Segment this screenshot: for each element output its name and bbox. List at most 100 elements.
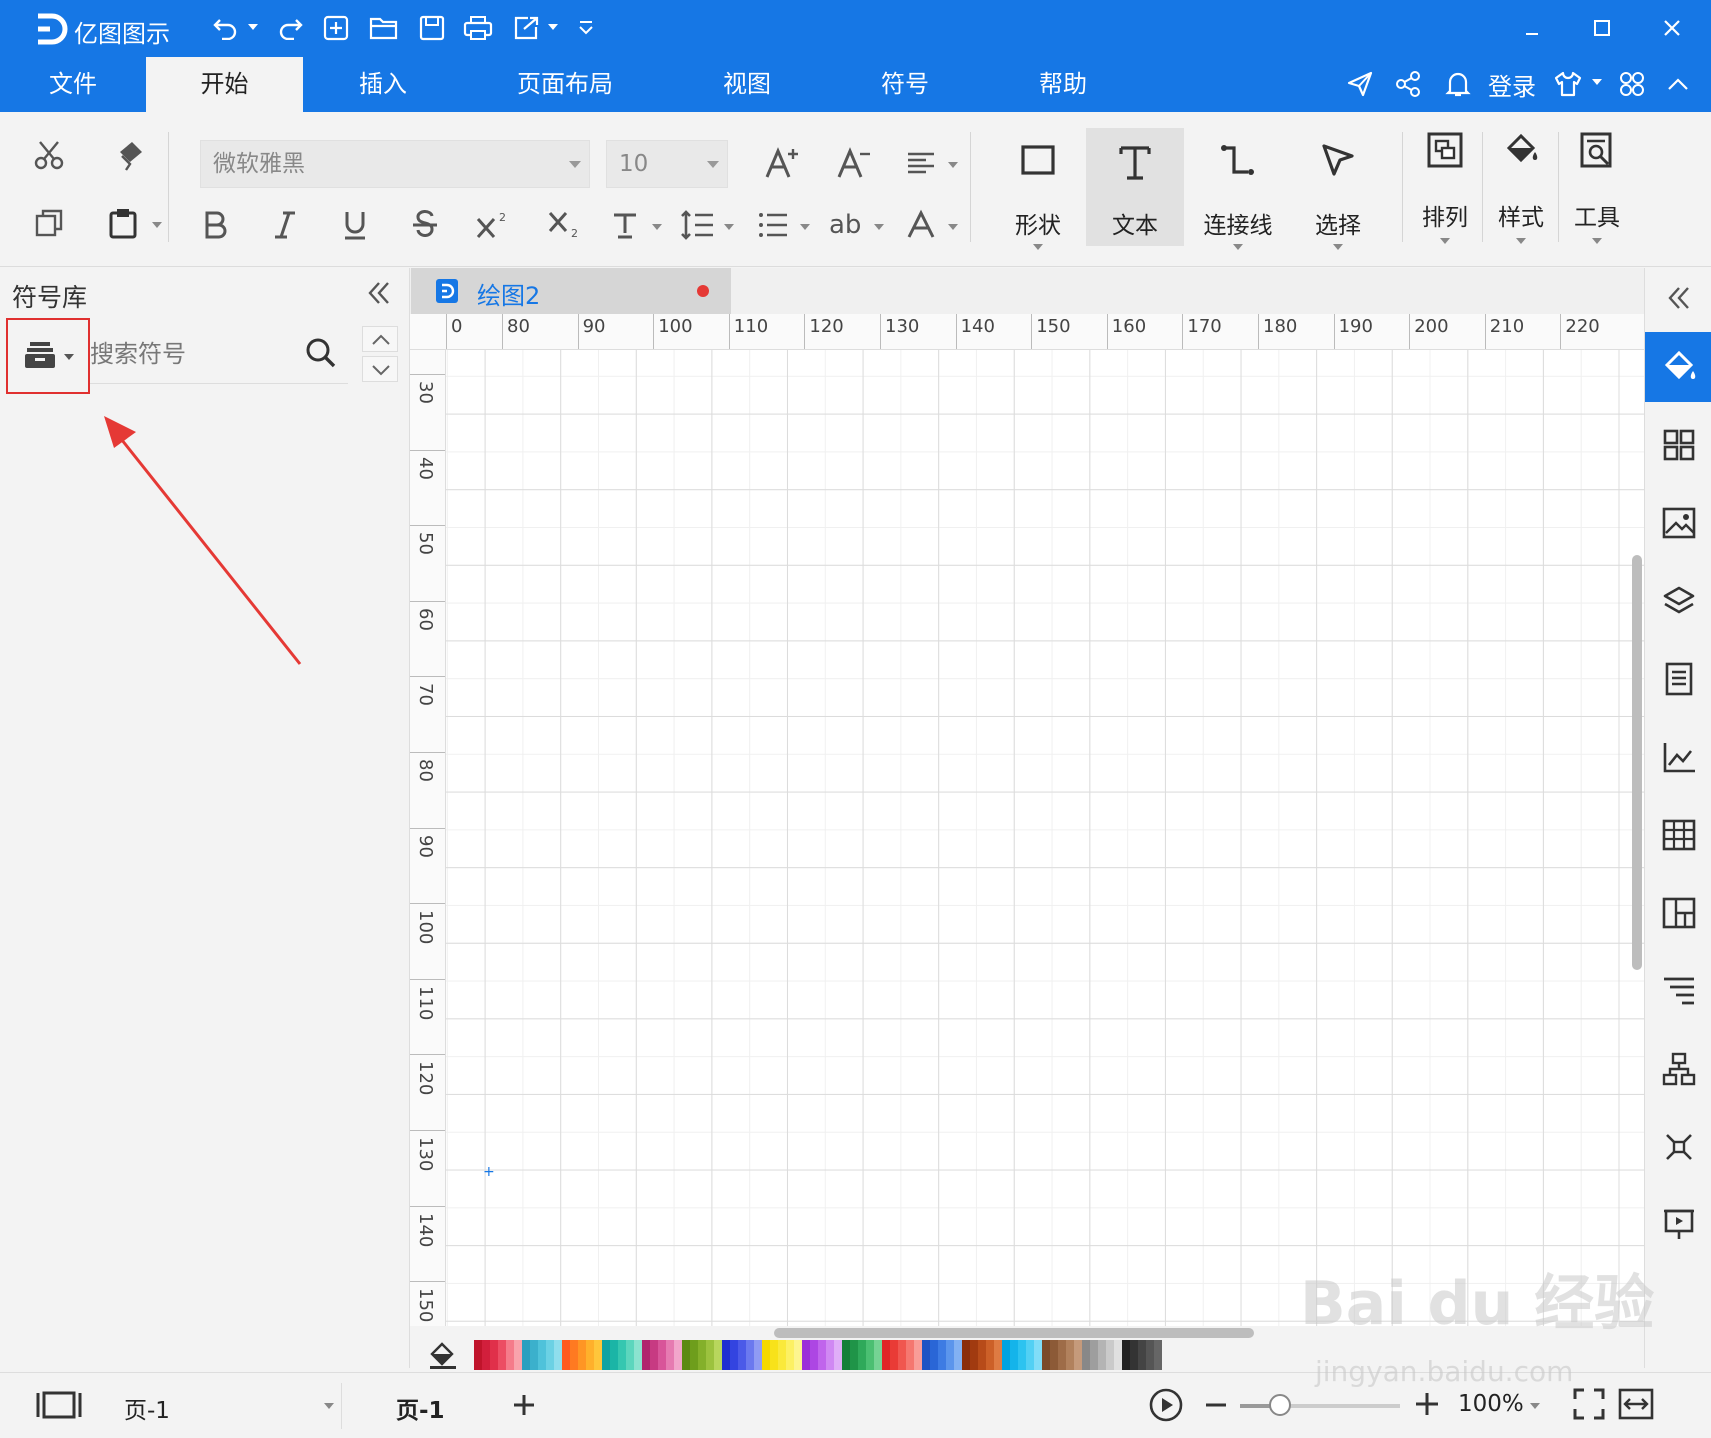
zoom-dropdown[interactable]	[1530, 1403, 1540, 1409]
image-icon[interactable]	[1645, 488, 1711, 558]
font-color-icon[interactable]	[896, 200, 946, 250]
color-swatch[interactable]	[698, 1340, 706, 1370]
skin-icon[interactable]	[1550, 66, 1586, 102]
color-swatch[interactable]	[1074, 1340, 1082, 1370]
page-select-dropdown[interactable]	[324, 1403, 334, 1409]
color-swatch[interactable]	[554, 1340, 562, 1370]
color-swatch[interactable]	[1050, 1340, 1058, 1370]
color-swatch[interactable]	[842, 1340, 850, 1370]
menu-insert[interactable]: 插入	[328, 57, 438, 112]
scroll-up-button[interactable]	[362, 326, 398, 352]
mindmap-icon[interactable]	[1645, 1112, 1711, 1182]
color-swatch[interactable]	[1002, 1340, 1010, 1370]
page-select[interactable]: 页-1	[124, 1391, 170, 1425]
color-swatch[interactable]	[1114, 1340, 1122, 1370]
horizontal-scrollbar[interactable]	[774, 1328, 1254, 1338]
color-swatch[interactable]	[594, 1340, 602, 1370]
style-dropdown[interactable]	[1516, 238, 1526, 244]
color-swatch[interactable]	[794, 1340, 802, 1370]
login-link[interactable]: 登录	[1488, 67, 1536, 102]
color-swatch[interactable]	[634, 1340, 642, 1370]
color-swatch[interactable]	[706, 1340, 714, 1370]
color-swatch[interactable]	[714, 1340, 722, 1370]
color-swatch[interactable]	[1130, 1340, 1138, 1370]
color-swatch[interactable]	[602, 1340, 610, 1370]
text-button[interactable]: 文本	[1086, 128, 1184, 246]
menu-help[interactable]: 帮助	[1008, 57, 1118, 112]
menu-home[interactable]: 开始	[146, 57, 303, 112]
text-highlight-dropdown[interactable]	[874, 224, 884, 230]
fill-icon[interactable]	[1645, 332, 1711, 402]
library-dropdown[interactable]	[64, 354, 74, 360]
zoom-level[interactable]: 100%	[1458, 1391, 1524, 1417]
color-swatch[interactable]	[1026, 1340, 1034, 1370]
color-swatch[interactable]	[914, 1340, 922, 1370]
decrease-font-icon[interactable]	[830, 138, 880, 188]
color-swatch[interactable]	[802, 1340, 810, 1370]
cut-icon[interactable]	[24, 130, 74, 180]
color-swatch[interactable]	[618, 1340, 626, 1370]
bell-icon[interactable]	[1440, 66, 1476, 102]
italic-icon[interactable]	[260, 200, 310, 250]
color-swatch[interactable]	[882, 1340, 890, 1370]
chart-icon[interactable]	[1645, 722, 1711, 792]
send-icon[interactable]	[1342, 66, 1378, 102]
menu-page-layout[interactable]: 页面布局	[490, 57, 640, 112]
export-dropdown[interactable]	[548, 24, 558, 30]
color-swatch[interactable]	[746, 1340, 754, 1370]
zoom-out-icon[interactable]	[1204, 1395, 1228, 1415]
subscript-icon[interactable]: 2	[540, 200, 590, 250]
color-swatch[interactable]	[762, 1340, 770, 1370]
font-color-dropdown[interactable]	[948, 224, 958, 230]
color-swatch[interactable]	[546, 1340, 554, 1370]
color-swatch[interactable]	[562, 1340, 570, 1370]
color-swatch[interactable]	[530, 1340, 538, 1370]
color-swatch[interactable]	[978, 1340, 986, 1370]
color-swatch[interactable]	[786, 1340, 794, 1370]
color-swatch[interactable]	[1122, 1340, 1130, 1370]
color-swatch[interactable]	[626, 1340, 634, 1370]
increase-font-icon[interactable]	[758, 138, 808, 188]
text-style-dropdown[interactable]	[652, 224, 662, 230]
color-swatch[interactable]	[1154, 1340, 1162, 1370]
strikethrough-icon[interactable]	[400, 200, 450, 250]
color-swatch[interactable]	[890, 1340, 898, 1370]
shape-dropdown[interactable]	[1033, 244, 1043, 250]
color-swatch[interactable]	[498, 1340, 506, 1370]
color-swatch[interactable]	[522, 1340, 530, 1370]
underline-icon[interactable]	[330, 200, 380, 250]
fit-width-icon[interactable]	[1618, 1387, 1654, 1421]
minimize-icon[interactable]	[1512, 8, 1552, 48]
search-icon[interactable]	[304, 336, 338, 370]
vertical-scrollbar[interactable]	[1632, 555, 1642, 970]
collapse-ribbon-icon[interactable]	[1660, 66, 1696, 102]
color-swatch[interactable]	[738, 1340, 746, 1370]
color-swatch[interactable]	[538, 1340, 546, 1370]
text-style-icon[interactable]	[600, 200, 650, 250]
copy-icon[interactable]	[24, 198, 74, 248]
color-swatch[interactable]	[818, 1340, 826, 1370]
color-swatch[interactable]	[954, 1340, 962, 1370]
color-swatch[interactable]	[482, 1340, 490, 1370]
color-swatch[interactable]	[970, 1340, 978, 1370]
save-icon[interactable]	[414, 10, 450, 46]
color-swatch[interactable]	[474, 1340, 482, 1370]
undo-dropdown[interactable]	[248, 24, 258, 30]
color-swatch[interactable]	[898, 1340, 906, 1370]
layout-icon[interactable]	[1645, 878, 1711, 948]
connector-dropdown[interactable]	[1233, 244, 1243, 250]
apps-icon[interactable]	[1614, 66, 1650, 102]
color-swatch[interactable]	[642, 1340, 650, 1370]
color-swatch[interactable]	[922, 1340, 930, 1370]
color-swatch[interactable]	[1082, 1340, 1090, 1370]
color-swatch[interactable]	[1042, 1340, 1050, 1370]
bold-icon[interactable]	[190, 200, 240, 250]
color-swatch[interactable]	[666, 1340, 674, 1370]
line-spacing-dropdown[interactable]	[724, 224, 734, 230]
org-chart-icon[interactable]	[1645, 1034, 1711, 1104]
paste-dropdown[interactable]	[152, 222, 162, 228]
library-button[interactable]	[6, 318, 90, 394]
tools-dropdown[interactable]	[1592, 238, 1602, 244]
color-swatch[interactable]	[1066, 1340, 1074, 1370]
color-swatch[interactable]	[866, 1340, 874, 1370]
